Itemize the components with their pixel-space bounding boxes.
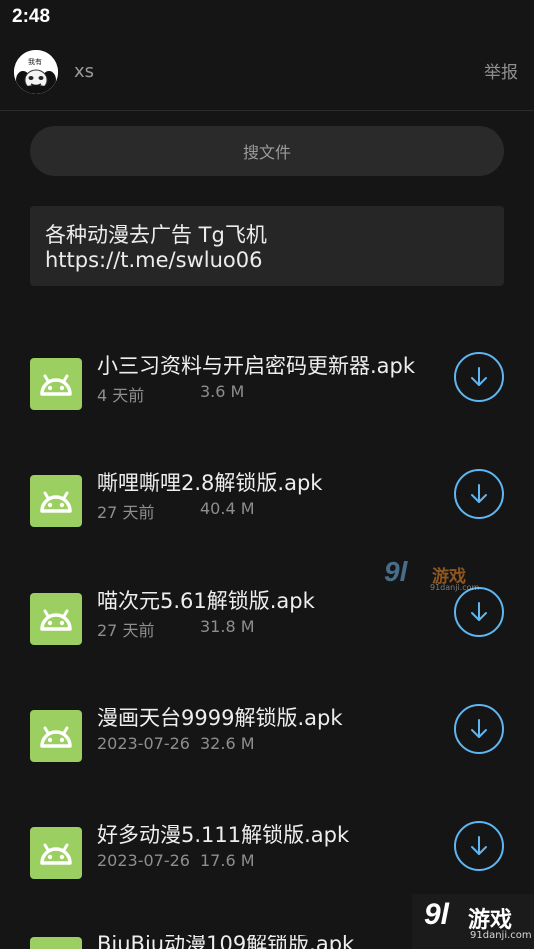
file-item[interactable]: 小三习资料与开启密码更新器.apk 4 天前 3.6 M	[0, 350, 534, 430]
file-name: 好多动漫5.111解锁版.apk	[97, 823, 350, 847]
download-arrow-icon	[471, 367, 487, 386]
watermark-logo-mark: 9l	[384, 556, 408, 587]
file-size: 40.4 M	[200, 499, 255, 518]
file-item[interactable]: 好多动漫5.111解锁版.apk 2023-07-26 17.6 M	[0, 819, 534, 899]
file-name: 嘶哩嘶哩2.8解锁版.apk	[97, 471, 323, 495]
file-name: 漫画天台9999解锁版.apk	[97, 706, 343, 730]
android-apk-icon	[30, 827, 82, 879]
download-button[interactable]	[454, 469, 504, 519]
watermark-badge: 9l 游戏 91danji.com	[412, 894, 534, 949]
file-date: 2023-07-26	[97, 851, 190, 870]
download-button[interactable]	[454, 821, 504, 871]
download-button[interactable]	[454, 704, 504, 754]
file-date: 2023-07-26	[97, 734, 190, 753]
watermark-logo-mark: 9l	[424, 898, 450, 931]
android-apk-icon	[30, 358, 82, 410]
download-arrow-icon	[471, 719, 487, 738]
file-size: 31.8 M	[200, 617, 255, 636]
download-button[interactable]	[454, 352, 504, 402]
file-name: 小三习资料与开启密码更新器.apk	[97, 354, 416, 378]
file-item[interactable]: 嘶哩嘶哩2.8解锁版.apk 27 天前 40.4 M	[0, 467, 534, 547]
file-size: 32.6 M	[200, 734, 255, 753]
file-size: 3.6 M	[200, 382, 245, 401]
file-size: 17.6 M	[200, 851, 255, 870]
file-date: 27 天前	[97, 621, 155, 640]
file-list: 小三习资料与开启密码更新器.apk 4 天前 3.6 M 嘶哩嘶哩2.8解锁版.…	[0, 0, 534, 949]
download-arrow-icon	[471, 484, 487, 503]
android-apk-icon	[30, 710, 82, 762]
download-arrow-icon	[471, 836, 487, 855]
android-apk-icon	[30, 475, 82, 527]
watermark-url: 91danji.com	[430, 583, 480, 592]
android-apk-icon	[30, 593, 82, 645]
watermark-url: 91danji.com	[470, 930, 532, 941]
file-item[interactable]: 漫画天台9999解锁版.apk 2023-07-26 32.6 M	[0, 702, 534, 782]
file-item[interactable]: 喵次元5.61解锁版.apk 27 天前 31.8 M	[0, 585, 534, 665]
file-date: 27 天前	[97, 503, 155, 522]
file-date: 4 天前	[97, 386, 145, 405]
android-apk-icon	[30, 937, 82, 949]
file-name: BiuBiu动漫109解锁版.apk	[97, 935, 355, 949]
file-name: 喵次元5.61解锁版.apk	[97, 589, 315, 613]
watermark-logo: 9l 游戏 91danji.com	[384, 556, 484, 596]
